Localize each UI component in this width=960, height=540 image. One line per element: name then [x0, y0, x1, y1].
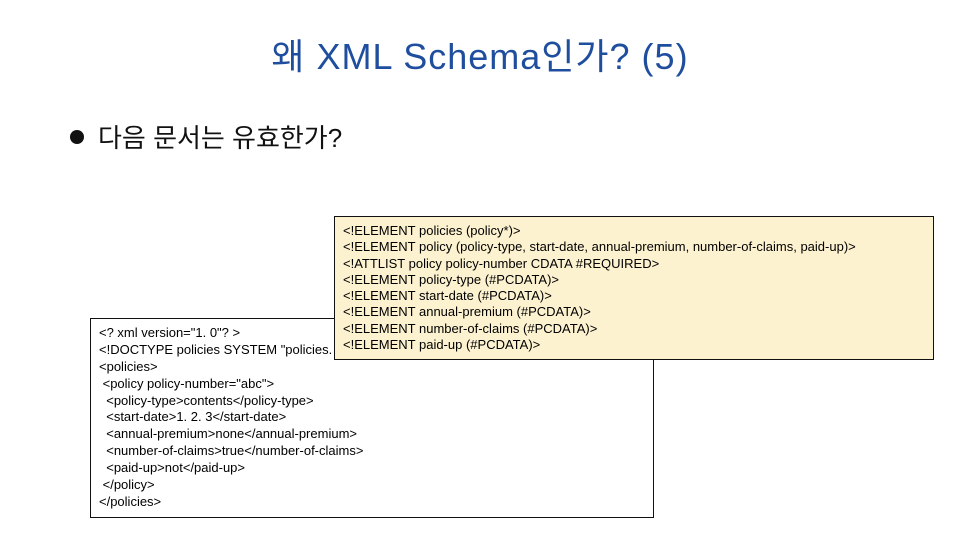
bullet-row: 다음 문서는 유효한가?	[70, 118, 960, 155]
bullet-text: 다음 문서는 유효한가?	[98, 118, 342, 155]
dtd-code-box: <!ELEMENT policies (policy*)> <!ELEMENT …	[334, 216, 934, 360]
slide-title: 왜 XML Schema인가? (5)	[0, 28, 960, 80]
bullet-icon	[70, 130, 84, 144]
